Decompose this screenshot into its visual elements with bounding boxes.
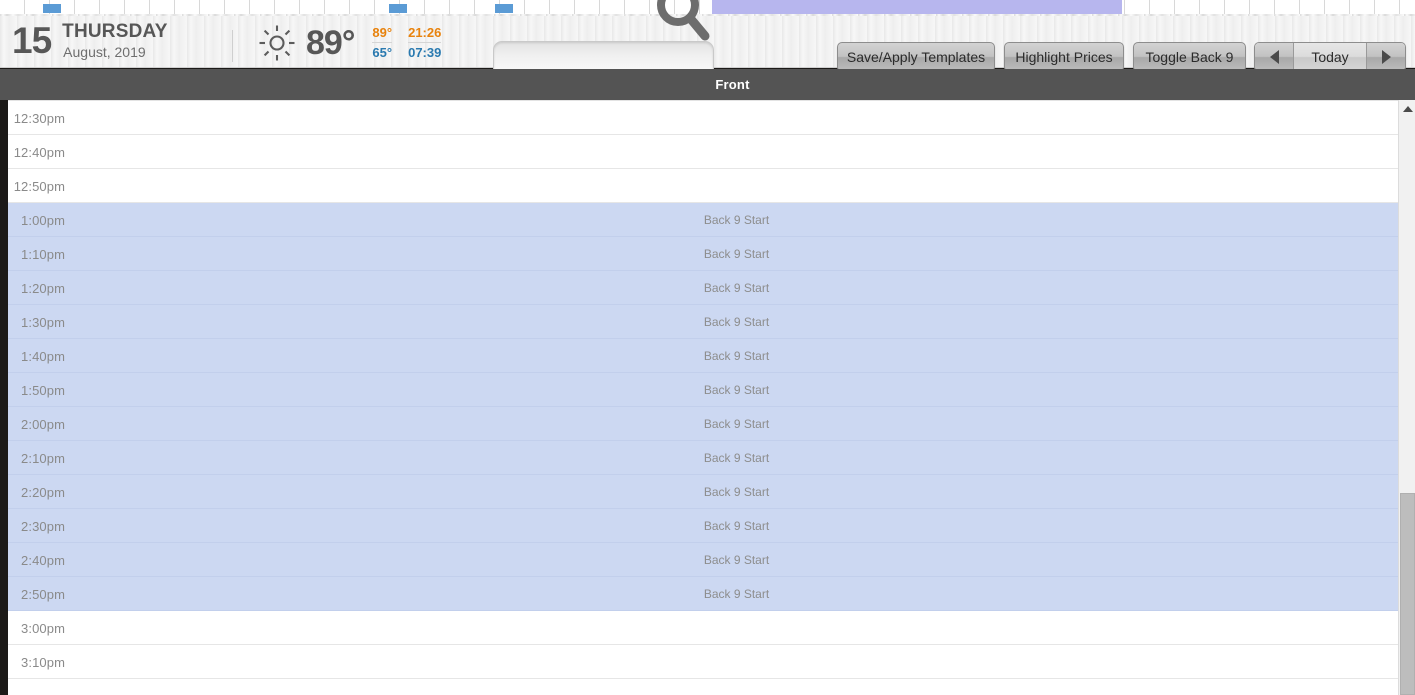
tee-time-label: 2:20pm (21, 484, 65, 500)
tee-time-row[interactable]: 2:10pm Back 9 Start (8, 441, 1398, 475)
tee-time-row[interactable]: 1:10pm Back 9 Start (8, 237, 1398, 271)
vertical-scrollbar[interactable] (1398, 100, 1415, 695)
tee-sheet-grid[interactable]: 12:30pm 12:40pm 12:50pm 1:00pm Back 9 Start 1… (8, 100, 1398, 695)
temp-range: 89° 65° (372, 25, 393, 61)
course-header: Front (0, 69, 1415, 100)
weather-block: 89° 89° 65° 21:26 07:39 (258, 24, 457, 62)
tee-time-row[interactable]: 2:00pm Back 9 Start (8, 407, 1398, 441)
tee-time-label: 1:50pm (21, 382, 65, 398)
save-apply-templates-button[interactable]: Save/Apply Templates (837, 42, 995, 72)
scroll-up-icon[interactable] (1399, 100, 1415, 117)
date-weekday: THURSDAY (62, 21, 168, 42)
tee-time-row[interactable]: 2:20pm Back 9 Start (8, 475, 1398, 509)
course-title: Front (715, 77, 750, 92)
scroll-up-triangle (1402, 105, 1413, 112)
back9-start-label: Back 9 Start (703, 383, 770, 397)
tee-time-label: 2:40pm (21, 552, 65, 568)
tee-time-label: 1:40pm (21, 348, 65, 364)
back9-start-label: Back 9 Start (703, 213, 770, 227)
toggle-back9-label: Toggle Back 9 (1145, 49, 1234, 65)
tee-time-label: 1:20pm (21, 280, 65, 296)
back9-start-label: Back 9 Start (703, 315, 770, 329)
header-bar: 15 THURSDAY August, 2019 89° 89° 65° 21:… (0, 0, 1415, 78)
chevron-right-icon (1381, 50, 1391, 64)
tee-time-label: 1:30pm (21, 314, 65, 330)
tee-time-label (8, 679, 65, 695)
today-button[interactable]: Today (1293, 43, 1367, 71)
date-nav-group: Today (1254, 42, 1406, 72)
scrollbar-thumb[interactable] (1400, 493, 1415, 695)
tee-time-label: 3:00pm (21, 620, 65, 636)
tee-time-label: 2:00pm (21, 416, 65, 432)
tee-time-label: 2:30pm (21, 518, 65, 534)
back9-start-label: Back 9 Start (703, 451, 770, 465)
back9-start-label: Back 9 Start (703, 553, 770, 567)
tee-time-label: 12:40pm (13, 144, 65, 160)
date-block: 15 THURSDAY August, 2019 (12, 18, 168, 64)
tee-time-row[interactable]: 2:50pm Back 9 Start (8, 577, 1398, 611)
tee-time-label: 2:50pm (21, 586, 65, 602)
tee-time-row[interactable]: 1:00pm Back 9 Start (8, 203, 1398, 237)
tee-time-row[interactable]: 1:30pm Back 9 Start (8, 305, 1398, 339)
toggle-back9-button[interactable]: Toggle Back 9 (1133, 42, 1246, 72)
back9-start-label: Back 9 Start (703, 519, 770, 533)
sun-times: 21:26 07:39 (408, 25, 442, 61)
tee-time-row[interactable]: 12:30pm (8, 101, 1398, 135)
tee-time-row[interactable]: 1:20pm Back 9 Start (8, 271, 1398, 305)
timeline-block[interactable] (43, 4, 61, 13)
next-day-button[interactable] (1367, 43, 1405, 71)
date-day: 15 (12, 20, 52, 61)
back9-start-label: Back 9 Start (703, 485, 770, 499)
tee-time-label: 1:10pm (21, 246, 65, 262)
tee-time-row[interactable]: 1:40pm Back 9 Start (8, 339, 1398, 373)
tee-time-row[interactable]: 3:10pm (8, 645, 1398, 679)
sunset-time: 21:26 (408, 25, 442, 43)
tee-time-row[interactable]: 12:50pm (8, 169, 1398, 203)
tee-time-row[interactable]: 2:40pm Back 9 Start (8, 543, 1398, 577)
back9-start-label: Back 9 Start (703, 349, 770, 363)
timeline-block[interactable] (389, 4, 407, 13)
highlight-prices-button[interactable]: Highlight Prices (1004, 42, 1124, 72)
save-apply-templates-label: Save/Apply Templates (846, 49, 986, 65)
tee-time-row[interactable]: 1:50pm Back 9 Start (8, 373, 1398, 407)
tee-time-label: 3:10pm (21, 654, 65, 670)
tee-time-row[interactable]: 12:40pm (8, 135, 1398, 169)
back9-start-label: Back 9 Start (703, 247, 770, 261)
current-temperature: 89° (306, 24, 355, 62)
back9-start-label: Back 9 Start (703, 417, 770, 431)
tee-time-row[interactable] (8, 679, 1398, 695)
tee-time-label: 1:00pm (21, 212, 65, 228)
timeline-block[interactable] (495, 4, 513, 13)
header-divider-1 (232, 30, 233, 62)
today-label: Today (1311, 49, 1349, 65)
date-month-year: August, 2019 (63, 44, 146, 60)
weather-details: 89° 65° 21:26 07:39 (372, 25, 457, 61)
tee-time-row[interactable]: 3:00pm (8, 611, 1398, 645)
back9-start-label: Back 9 Start (703, 587, 770, 601)
tee-time-label: 2:10pm (21, 450, 65, 466)
low-temperature: 65° (372, 45, 393, 60)
tee-time-row[interactable]: 2:30pm Back 9 Start (8, 509, 1398, 543)
chevron-left-icon (1269, 50, 1279, 64)
tee-time-label: 12:50pm (13, 178, 65, 194)
highlight-prices-label: Highlight Prices (1015, 49, 1113, 65)
high-temperature: 89° (372, 25, 393, 43)
app-window: 15 THURSDAY August, 2019 89° 89° 65° 21:… (0, 0, 1415, 695)
prev-day-button[interactable] (1255, 43, 1293, 71)
sunrise-time: 07:39 (408, 45, 442, 60)
frame-left-edge (0, 100, 8, 695)
sun-icon (258, 24, 296, 62)
back9-start-label: Back 9 Start (703, 281, 770, 295)
tee-time-label: 12:30pm (13, 110, 65, 126)
